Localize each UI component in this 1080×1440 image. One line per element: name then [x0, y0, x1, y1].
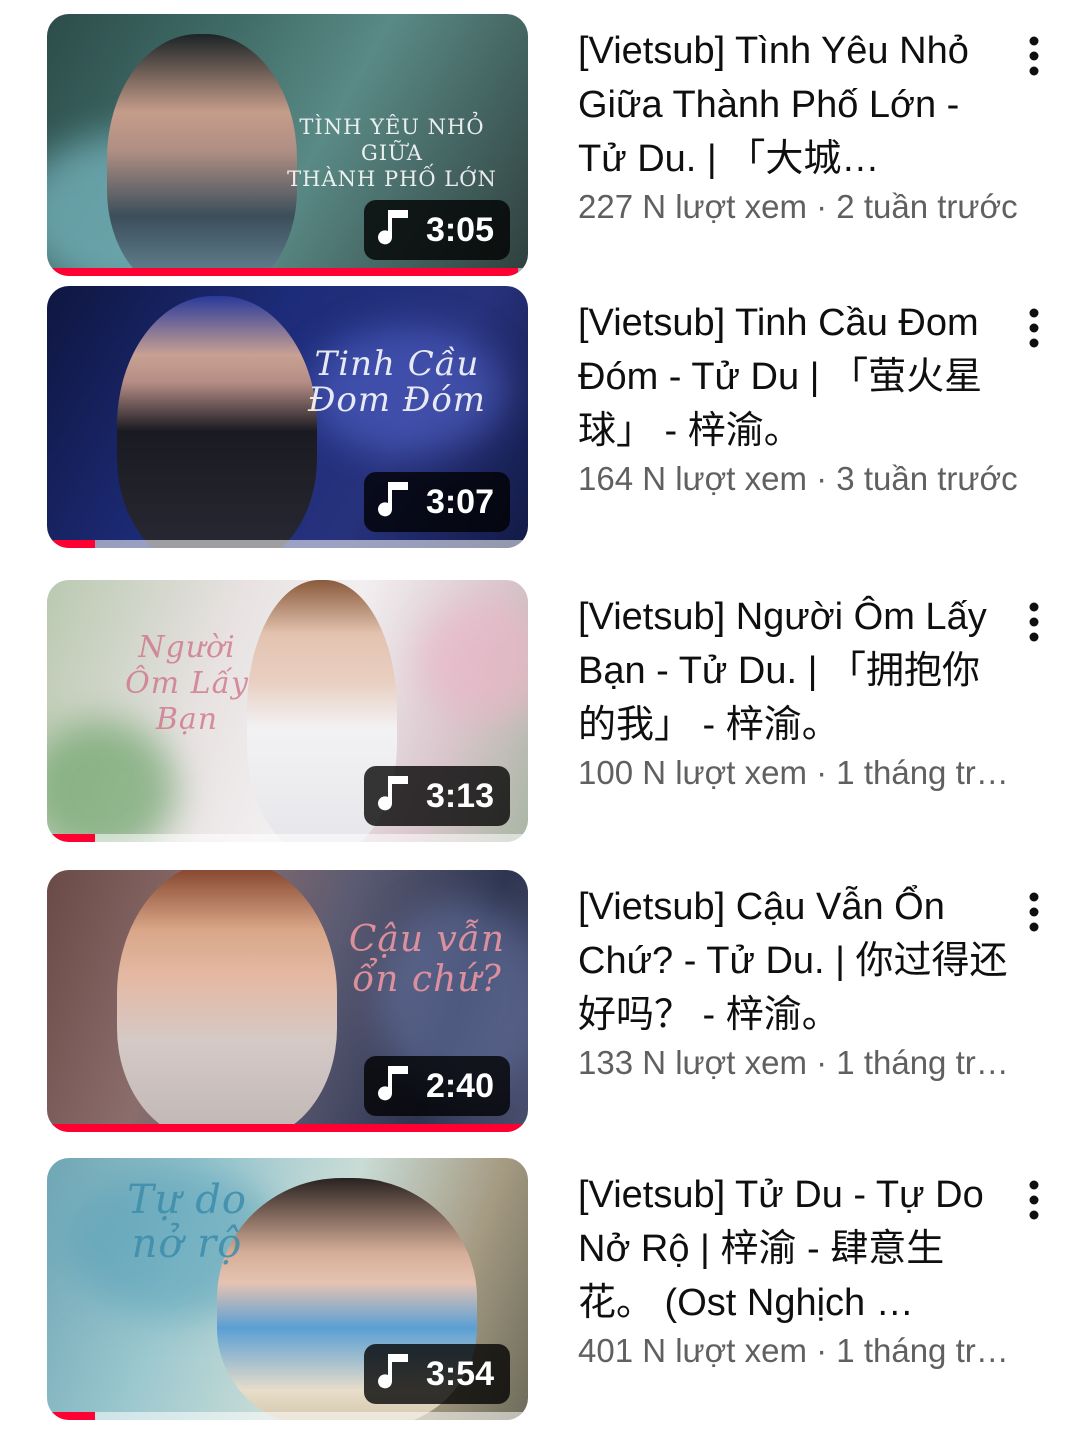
watch-progress-fill: [47, 268, 519, 276]
more-options-button[interactable]: [1012, 304, 1056, 352]
video-stats: 227 N lượt xem · 2 tuần trước: [578, 188, 1018, 225]
music-note-icon: [377, 776, 408, 811]
more-options-button[interactable]: [1012, 1176, 1056, 1224]
thumbnail-title-text: Cậu vẫn ổn chứ?: [348, 919, 506, 1000]
video-title[interactable]: [Vietsub] Tình Yêu Nhỏ Giữa Thành Phố Lớ…: [578, 24, 1008, 186]
video-meta: [Vietsub] Cậu Vẫn Ổn Chứ? - Tử Du. | 你过得…: [578, 880, 1009, 1084]
video-stats: 100 N lượt xem · 1 tháng tr…: [578, 754, 1009, 791]
kebab-menu-icon: [1029, 308, 1039, 348]
video-stats: 164 N lượt xem · 3 tuần trước: [578, 460, 1018, 497]
duration-text: 2:40: [425, 1066, 494, 1105]
duration-badge: 3:13: [363, 766, 510, 826]
video-title[interactable]: [Vietsub] Cậu Vẫn Ổn Chứ? - Tử Du. | 你过得…: [578, 880, 1008, 1042]
kebab-menu-icon: [1029, 1180, 1039, 1220]
video-thumbnail[interactable]: Tinh Cầu Đom Đóm 3:07: [47, 286, 528, 548]
video-thumbnail[interactable]: Cậu vẫn ổn chứ? 2:40: [47, 870, 528, 1132]
thumbnail-title-text: TÌNH YÊU NHỎ GIỮA THÀNH PHỐ LỚN: [287, 115, 497, 191]
video-thumbnail[interactable]: Người Ôm Lấy Bạn 3:13: [47, 580, 528, 842]
video-title[interactable]: [Vietsub] Tử Du - Tự Do Nở Rộ | 梓渝 - 肆意生…: [578, 1168, 1008, 1330]
more-options-button[interactable]: [1012, 32, 1056, 80]
video-meta: [Vietsub] Người Ôm Lấy Bạn - Tử Du. | 「拥…: [578, 590, 1009, 794]
watch-progress-bar: [47, 1412, 528, 1420]
thumbnail-title-text: Tinh Cầu Đom Đóm: [307, 344, 487, 420]
watch-progress-fill: [47, 1412, 96, 1420]
music-note-icon: [377, 482, 408, 517]
watch-progress-fill: [47, 540, 96, 548]
watch-progress-bar: [47, 268, 528, 276]
watch-progress-fill: [47, 1124, 528, 1132]
video-thumbnail[interactable]: Tự do nở rộ 3:54: [47, 1158, 528, 1420]
duration-badge: 3:05: [363, 200, 510, 260]
video-meta: [Vietsub] Tình Yêu Nhỏ Giữa Thành Phố Lớ…: [578, 24, 1018, 228]
video-thumbnail[interactable]: TÌNH YÊU NHỎ GIỮA THÀNH PHỐ LỚN 3:05: [47, 14, 528, 276]
video-stats: 401 N lượt xem · 1 tháng tr…: [578, 1332, 1009, 1369]
watch-progress-bar: [47, 540, 528, 548]
duration-badge: 2:40: [363, 1056, 510, 1116]
kebab-menu-icon: [1029, 602, 1039, 642]
duration-text: 3:07: [425, 482, 494, 521]
duration-text: 3:54: [425, 1354, 494, 1393]
duration-text: 3:05: [425, 210, 494, 249]
more-options-button[interactable]: [1012, 888, 1056, 936]
watch-progress-bar: [47, 1124, 528, 1132]
video-title[interactable]: [Vietsub] Tinh Cầu Đom Đóm - Tử Du | 「萤火…: [578, 296, 1008, 458]
video-stats: 133 N lượt xem · 1 tháng tr…: [578, 1044, 1009, 1081]
thumbnail-title-text: Tự do nở rộ: [127, 1177, 247, 1267]
music-note-icon: [377, 1066, 408, 1101]
watch-progress-bar: [47, 834, 528, 842]
video-meta: [Vietsub] Tử Du - Tự Do Nở Rộ | 梓渝 - 肆意生…: [578, 1168, 1009, 1372]
duration-badge: 3:07: [363, 472, 510, 532]
kebab-menu-icon: [1029, 892, 1039, 932]
video-title[interactable]: [Vietsub] Người Ôm Lấy Bạn - Tử Du. | 「拥…: [578, 590, 1008, 752]
music-note-icon: [377, 1354, 408, 1389]
video-meta: [Vietsub] Tinh Cầu Đom Đóm - Tử Du | 「萤火…: [578, 296, 1018, 500]
duration-badge: 3:54: [363, 1344, 510, 1404]
more-options-button[interactable]: [1012, 598, 1056, 646]
thumbnail-title-text: Người Ôm Lấy Bạn: [125, 630, 249, 737]
duration-text: 3:13: [425, 776, 494, 815]
kebab-menu-icon: [1029, 36, 1039, 76]
music-note-icon: [377, 210, 408, 245]
video-feed: TÌNH YÊU NHỎ GIỮA THÀNH PHỐ LỚN 3:05 [Vi…: [0, 0, 1080, 1440]
watch-progress-fill: [47, 834, 96, 842]
